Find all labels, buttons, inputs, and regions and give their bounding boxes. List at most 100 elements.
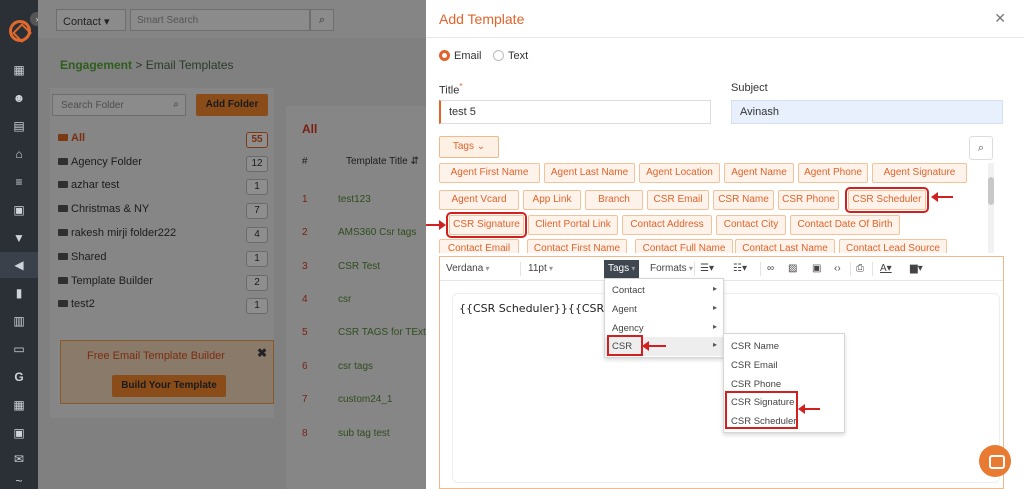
folders-panel: Search Folder ⌕ Add Folder All 55 Agency F… xyxy=(50,88,274,418)
table-row[interactable]: 1 test123 xyxy=(286,194,426,212)
build-template-button[interactable]: Build Your Template xyxy=(112,375,226,397)
title-label: Title* xyxy=(439,82,463,97)
link-icon[interactable]: ∞ xyxy=(767,260,774,278)
radio-email[interactable]: Email xyxy=(439,50,482,62)
document-icon[interactable]: ▤ xyxy=(12,119,26,133)
menu-item-agent[interactable]: Agent ▸ xyxy=(605,300,723,319)
add-folder-button[interactable]: Add Folder xyxy=(196,94,268,116)
tag-chip[interactable]: Agent Vcard xyxy=(439,190,519,210)
tags-scrollbar[interactable] xyxy=(988,163,994,253)
tag-chip[interactable]: Contact Full Name xyxy=(635,239,733,253)
font-size-select[interactable]: 11pt xyxy=(528,260,596,278)
menu-item-csr-email[interactable]: CSR Email xyxy=(724,356,844,375)
tag-chip[interactable]: Branch xyxy=(585,190,643,210)
tag-chip[interactable]: App Link xyxy=(523,190,581,210)
g-icon[interactable]: G xyxy=(12,370,26,384)
menu-item-csr-name[interactable]: CSR Name xyxy=(724,337,844,356)
bullet-list-icon[interactable]: ☰▾ xyxy=(700,260,714,278)
title-input[interactable]: test 5 xyxy=(439,100,711,124)
tag-chip[interactable]: Contact Date Of Birth xyxy=(790,215,900,235)
tags-dropdown-button[interactable]: Tags ⌄ xyxy=(439,136,499,158)
tag-chip[interactable]: Agent Location xyxy=(639,163,720,183)
chart-icon[interactable]: ▥ xyxy=(12,314,26,328)
megaphone-icon[interactable]: ◀ xyxy=(0,252,38,278)
mail-icon[interactable]: ✉ xyxy=(12,452,26,466)
tag-chip[interactable]: Agent Last Name xyxy=(544,163,635,183)
print-icon[interactable]: ⎙ xyxy=(856,260,864,278)
contact-card-icon[interactable]: ▣ xyxy=(12,203,26,217)
background-color-icon[interactable]: ▆▾ xyxy=(910,260,923,278)
smart-search-input[interactable]: Smart Search xyxy=(130,9,310,31)
column-header-title[interactable]: Template Title ⇵ xyxy=(346,156,419,167)
image-icon[interactable]: ▨ xyxy=(788,260,797,278)
tag-chip[interactable]: Agent First Name xyxy=(439,163,540,183)
folder-icon xyxy=(58,181,68,188)
subject-input[interactable]: Avinash xyxy=(731,100,1003,124)
tag-chip[interactable]: Contact Lead Source xyxy=(839,239,947,253)
calculator-icon[interactable]: ▦ xyxy=(12,398,26,412)
tag-chip[interactable]: Agent Name xyxy=(724,163,794,183)
search-icon[interactable]: ⌕ xyxy=(310,9,334,31)
brand-logo-icon[interactable] xyxy=(9,20,31,42)
folder-item[interactable]: rakesh mirji folder222 4 xyxy=(58,227,268,245)
close-promo-icon[interactable]: ✖ xyxy=(257,346,267,360)
tag-chip[interactable]: Contact Address xyxy=(622,215,712,235)
folder-item[interactable]: Shared 1 xyxy=(58,251,268,269)
search-tags-icon[interactable]: ⌕ xyxy=(969,136,993,160)
page-icon[interactable]: ▮ xyxy=(12,286,26,300)
tag-chip[interactable]: CSR Email xyxy=(647,190,709,210)
menu-item-contact[interactable]: Contact ▸ xyxy=(605,281,723,300)
media-icon[interactable]: ▣ xyxy=(812,260,821,278)
toolbar-divider xyxy=(850,262,851,276)
close-icon[interactable]: ✕ xyxy=(994,10,1006,27)
bank-icon[interactable]: ⌂ xyxy=(12,147,26,161)
tags-menu-button[interactable]: Tags xyxy=(604,260,640,278)
tag-chip[interactable]: Contact First Name xyxy=(527,239,627,253)
folder-item[interactable]: Christmas & NY 7 xyxy=(58,203,268,221)
breadcrumb-section[interactable]: Engagement xyxy=(60,58,132,72)
folder-item[interactable]: Agency Folder 12 xyxy=(58,156,268,174)
tag-chip[interactable]: Contact Last Name xyxy=(735,239,835,253)
formats-select[interactable]: Formats xyxy=(650,260,693,278)
folder-icon[interactable]: ▭ xyxy=(12,342,26,356)
radio-text[interactable]: Text xyxy=(493,50,528,62)
code-icon[interactable]: ‹› xyxy=(834,260,841,278)
tag-chip-highlighted[interactable]: CSR Scheduler xyxy=(845,187,929,213)
tag-chip[interactable]: Agent Phone xyxy=(798,163,868,183)
font-family-select[interactable]: Verdana xyxy=(446,260,516,278)
table-row[interactable]: 8 sub tag test xyxy=(286,428,426,446)
breadcrumb: Engagement > Email Templates xyxy=(60,58,234,72)
add-template-modal: Add Template ✕ Email Text Title* test 5 … xyxy=(426,0,1024,489)
table-row[interactable]: 2 AMS360 Csr tags xyxy=(286,227,426,245)
folder-item[interactable]: azhar test 1 xyxy=(58,179,268,197)
dashboard-icon[interactable]: ▦ xyxy=(12,63,26,77)
people-icon[interactable]: ☻ xyxy=(12,91,26,105)
signature-icon[interactable]: ~ xyxy=(12,474,26,488)
tag-chip[interactable]: Contact City xyxy=(716,215,786,235)
table-row[interactable]: 6 csr tags xyxy=(286,361,426,379)
table-row[interactable]: 5 CSR TAGS for TExt xyxy=(286,327,426,345)
numbered-list-icon[interactable]: ☷▾ xyxy=(733,260,747,278)
tag-chip[interactable]: CSR Phone xyxy=(778,190,839,210)
funnel-icon[interactable]: ▼ xyxy=(12,231,26,245)
table-row[interactable]: 4 csr xyxy=(286,294,426,312)
folder-item[interactable]: test2 1 xyxy=(58,298,268,316)
tag-chip[interactable]: Agent Signature xyxy=(872,163,967,183)
tag-chip[interactable]: Client Portal Link xyxy=(528,215,618,235)
folder-item[interactable]: Template Builder 2 xyxy=(58,275,268,293)
table-row[interactable]: 7 custom24_1 xyxy=(286,394,426,412)
list-icon[interactable]: ≡ xyxy=(12,175,26,189)
calendar-icon[interactable]: ▣ xyxy=(12,426,26,440)
tag-chip-highlighted[interactable]: CSR Signature xyxy=(446,212,527,238)
entity-select[interactable]: Contact ▾ xyxy=(56,9,126,31)
toolbar-divider xyxy=(760,262,761,276)
folder-count-badge: 7 xyxy=(246,203,268,219)
tag-chip[interactable]: Contact Email xyxy=(439,239,519,253)
chat-bubble-icon[interactable] xyxy=(979,445,1011,477)
text-color-icon[interactable]: A▾ xyxy=(880,260,892,278)
search-folder-input[interactable]: Search Folder ⌕ xyxy=(52,94,186,116)
table-row[interactable]: 3 CSR Test xyxy=(286,261,426,279)
folder-item[interactable]: All 55 xyxy=(58,132,268,150)
tag-chip[interactable]: CSR Name xyxy=(713,190,774,210)
folder-icon xyxy=(58,205,68,212)
